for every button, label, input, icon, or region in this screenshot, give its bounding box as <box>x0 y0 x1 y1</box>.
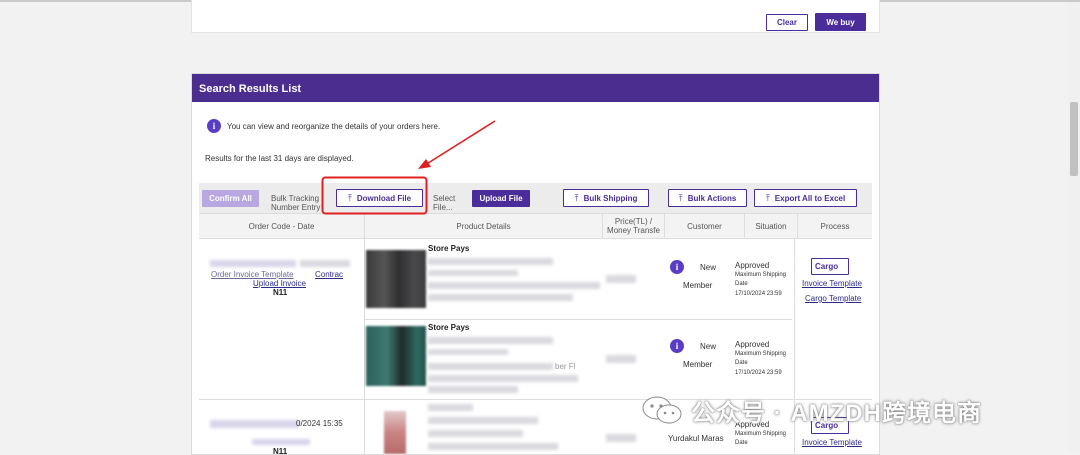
redacted-order-code <box>210 260 296 267</box>
redacted-product-line <box>428 404 473 411</box>
max-shipping-date-label: Date <box>735 360 748 366</box>
redacted-price <box>606 355 636 363</box>
customer-member: Member <box>683 360 713 369</box>
redacted-product-line <box>428 294 573 301</box>
redacted-product-line <box>428 363 553 370</box>
header-price-line2: Money Transfe <box>607 226 660 235</box>
item-divider <box>364 319 792 320</box>
contract-link[interactable]: Contrac <box>315 270 343 279</box>
table-header: Order Code - Date Product Details Price(… <box>199 213 872 239</box>
order-invoice-template-link[interactable]: Order Invoice Template <box>211 270 294 279</box>
redacted-product-line <box>428 375 578 382</box>
redacted-product-title <box>428 337 553 344</box>
cargo-template-link[interactable]: Cargo Template <box>805 294 861 303</box>
redacted-product-title <box>428 258 553 265</box>
clear-button[interactable]: Clear <box>766 14 808 31</box>
panel-title: Search Results List <box>192 74 879 102</box>
header-price-line1: Price(TL) / <box>614 217 653 226</box>
info-icon: i <box>207 119 221 133</box>
order-status: Approved <box>735 340 770 349</box>
redacted-price <box>606 275 636 283</box>
export-all-button[interactable]: ⤒ Export All to Excel <box>754 189 857 207</box>
bulk-tracking-line1: Bulk Tracking <box>271 194 320 203</box>
upload-arrow-icon: ⤒ <box>574 192 579 203</box>
bulk-shipping-button[interactable]: ⤒ Bulk Shipping <box>563 189 649 207</box>
download-file-button[interactable]: ⤒ Download File <box>336 189 423 207</box>
max-shipping-date-label: Date <box>735 281 748 287</box>
product-image <box>366 250 426 308</box>
confirm-all-button[interactable]: Confirm All <box>202 190 259 207</box>
results-range-text: Results for the last 31 days are display… <box>205 154 354 163</box>
product-image <box>384 411 406 454</box>
select-file-line1: Select <box>433 194 456 203</box>
max-shipping-date: 17/10/2024 23:59 <box>735 370 782 376</box>
header-situation: Situation <box>745 214 798 238</box>
upload-arrow-icon: ⤒ <box>678 192 683 203</box>
customer-info-icon[interactable]: i <box>670 260 684 274</box>
redacted-order-code <box>210 420 300 428</box>
page-scrollbar[interactable] <box>1068 2 1080 453</box>
bulk-actions-label: Bulk Actions <box>687 193 737 203</box>
header-order-code: Order Code - Date <box>199 214 365 238</box>
customer-type: New <box>700 342 717 351</box>
redacted-product-line <box>428 443 558 450</box>
product-snippet: ber Fl <box>555 362 576 371</box>
redacted-product-line <box>428 430 523 437</box>
redacted-order-date <box>300 260 350 267</box>
watermark: 公众号 · AMZDH跨境电商 <box>641 393 982 427</box>
max-shipping-label: Maximum Shipping <box>735 431 787 437</box>
redacted-link <box>252 439 310 445</box>
max-shipping-date-label: Date <box>735 440 748 446</box>
customer-name: Yurdakul Maras <box>668 434 724 443</box>
customer-type: New <box>700 263 717 272</box>
seller-label: Store Pays <box>428 244 470 253</box>
header-product-details: Product Details <box>365 214 603 238</box>
bulk-tracking-label: Bulk Tracking Number Entry <box>271 194 320 212</box>
store-code: N11 <box>273 447 288 455</box>
bulk-actions-button[interactable]: ⤒ Bulk Actions <box>668 189 747 207</box>
redacted-price <box>606 434 636 442</box>
wechat-logo-icon <box>641 395 683 425</box>
order-date: 0/2024 15:35 <box>296 419 343 428</box>
product-image <box>366 326 426 386</box>
export-all-label: Export All to Excel <box>774 193 846 203</box>
max-shipping-label: Maximum Shipping <box>735 272 787 278</box>
max-shipping-date: 17/10/2024 23:59 <box>735 291 782 297</box>
column-divider <box>364 399 365 454</box>
redacted-product-line <box>428 349 508 355</box>
redacted-product-line <box>428 270 518 276</box>
upload-file-button[interactable]: Upload File <box>472 190 530 207</box>
invoice-template-link[interactable]: Invoice Template <box>802 279 862 288</box>
customer-info-icon[interactable]: i <box>670 339 684 353</box>
search-form-card: Clear We buy <box>191 0 880 33</box>
order-status: Approved <box>735 261 770 270</box>
bulk-toolbar: Confirm All Bulk Tracking Number Entry ⤒… <box>199 183 872 213</box>
redacted-product-line <box>428 417 538 424</box>
customer-member: Member <box>683 281 713 290</box>
watermark-text: 公众号 · AMZDH跨境电商 <box>691 399 982 427</box>
upload-arrow-icon: ⤒ <box>765 192 770 203</box>
invoice-template-link[interactable]: Invoice Template <box>802 438 862 447</box>
header-process: Process <box>820 221 850 231</box>
bulk-tracking-line2: Number Entry <box>271 203 321 212</box>
info-text: You can view and reorganize the details … <box>227 122 441 131</box>
header-customer: Customer <box>665 214 745 238</box>
cargo-button[interactable]: Cargo <box>811 258 849 275</box>
scrollbar-thumb[interactable] <box>1070 102 1078 176</box>
seller-label: Store Pays <box>428 323 470 332</box>
download-file-label: Download File <box>356 193 412 203</box>
we-buy-button[interactable]: We buy <box>815 13 866 31</box>
upload-invoice-link[interactable]: Upload Invoice <box>253 279 306 288</box>
process-divider <box>794 239 795 399</box>
bulk-shipping-label: Bulk Shipping <box>583 193 638 203</box>
select-file-label[interactable]: Select File... <box>433 194 455 212</box>
select-file-line2: File... <box>433 203 453 212</box>
store-code: N11 <box>273 288 288 297</box>
redacted-product-line <box>428 386 518 393</box>
upload-arrow-icon: ⤒ <box>347 192 352 203</box>
header-price: Price(TL) / Money Transfe <box>603 214 665 238</box>
redacted-product-line <box>428 282 600 289</box>
max-shipping-label: Maximum Shipping <box>735 351 787 357</box>
